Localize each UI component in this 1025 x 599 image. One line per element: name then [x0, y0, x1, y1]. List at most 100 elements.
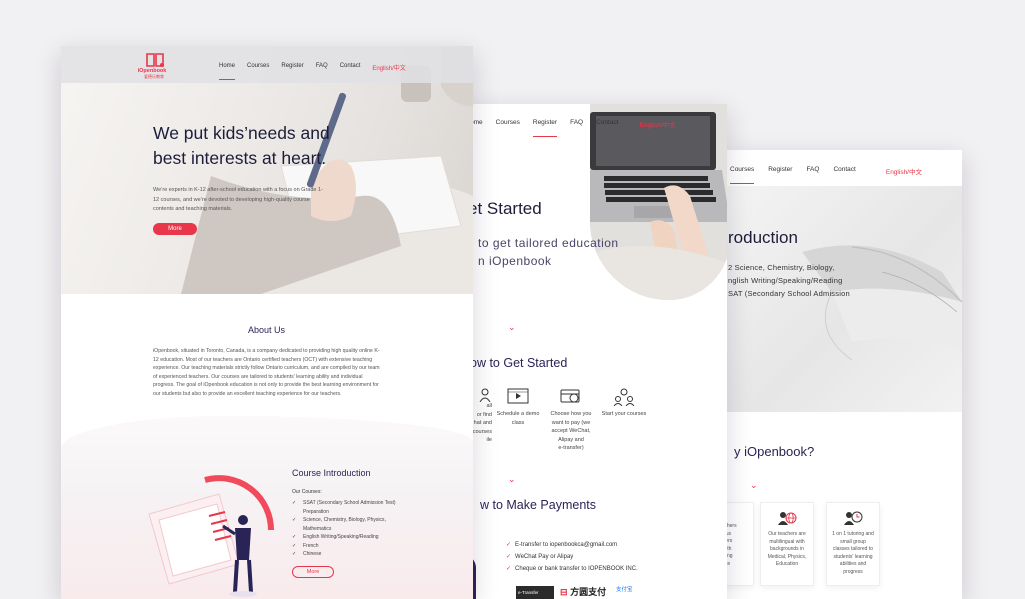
step-line: want to pay (we	[551, 419, 591, 426]
list-item: Science, Chemistry, Biology, Physics, Ma…	[292, 516, 412, 533]
card-line: Our teachers are	[768, 531, 806, 537]
hero-line: SAT (Secondary School Admission	[728, 289, 850, 298]
card-line: 1 on 1 tutoring and	[832, 531, 874, 537]
hero-banner	[722, 186, 962, 412]
chevron-down-icon[interactable]: ⌄	[508, 322, 516, 333]
card-line: Medical, Physics,	[767, 553, 807, 560]
nav-courses[interactable]: Courses	[730, 166, 755, 184]
book-logo-icon	[146, 53, 164, 67]
hero-title-line: best interests at heart.	[153, 148, 327, 168]
section-title-get-started: ow to Get Started	[470, 356, 568, 370]
nav-contact[interactable]: Contact	[833, 166, 855, 176]
step-item: Schedule a demo class	[494, 388, 542, 427]
alipay-logo: 支付宝	[616, 585, 633, 593]
our-courses-label: Our Courses:	[292, 489, 322, 495]
feature-card: Our teachers are multilingual with backg…	[760, 502, 814, 586]
payment-text: Cheque or bank transfer to IOPENBOOK INC…	[515, 566, 638, 572]
hero-title: roduction	[728, 228, 798, 247]
nav-bar: Home Courses Register FAQ Contact Englis…	[219, 63, 406, 80]
course-intro-title: Course Introduction	[292, 468, 371, 478]
alipay-logo-text: 支付宝	[616, 587, 633, 593]
card-line: backgrounds in	[770, 546, 804, 552]
payment-card-icon	[560, 389, 580, 403]
fangyuan-logo-text: 方圆支付	[570, 587, 607, 597]
step-line: e-transfer)	[558, 445, 584, 451]
card-line: multilingual with	[769, 538, 805, 545]
hero-title-line: We put kids’needs and	[153, 123, 330, 143]
interac-logo-text: e-Transfer	[518, 590, 539, 595]
language-toggle[interactable]: English/中文	[640, 119, 676, 129]
logo-chinese: 爱德乐教育	[144, 74, 164, 79]
section-title-payments: w to Make Payments	[480, 498, 597, 512]
students-icon	[613, 388, 635, 406]
open-book-image	[802, 245, 962, 361]
multilingual-teacher-icon	[778, 512, 797, 525]
nav-courses[interactable]: Courses	[496, 119, 520, 129]
step-line: Schedule a demo	[496, 411, 540, 417]
step-line: accept WeChat,	[551, 428, 591, 434]
step-item: Choose how you want to pay (we accept We…	[546, 388, 596, 453]
list-item: English Writing/Speaking/Reading	[292, 533, 412, 542]
fangyuan-logo: ⊟ 方圆支付	[560, 587, 607, 597]
nav-register[interactable]: Register	[532, 119, 558, 137]
hero-description: We’re experts in K-12 after-school educa…	[153, 187, 323, 212]
page-preview-introduction: Courses Register FAQ Contact English/中文 …	[722, 150, 962, 599]
demo-video-icon	[507, 388, 529, 404]
payment-text: WeChat Pay or Alipay	[515, 554, 574, 560]
nav-home[interactable]: Home	[219, 63, 236, 80]
payment-text: E-transfer to iopenbookca@gmail.com	[515, 542, 618, 548]
more-button[interactable]: More	[153, 223, 197, 235]
nav-register[interactable]: Register	[768, 166, 792, 176]
tutoring-clock-icon	[844, 511, 863, 525]
hero-title: et Started	[468, 199, 542, 218]
logo[interactable]: iOpenbook 爱德乐教育	[138, 52, 167, 80]
payment-item: ✓ E-transfer to iopenbookca@gmail.com	[506, 542, 618, 548]
payment-item: ✓ Cheque or bank transfer to IOPENBOOK IN…	[506, 566, 638, 572]
list-item: Chinese	[292, 550, 412, 559]
nav-faq[interactable]: FAQ	[316, 63, 328, 72]
nav-bar: ome Courses Register FAQ Contact English…	[470, 119, 676, 137]
chevron-down-icon[interactable]: ⌄	[508, 474, 516, 485]
card-line: small group	[840, 538, 866, 545]
hero-line: nglish Writing/Speaking/Reading	[728, 276, 843, 285]
about-text: iOpenbook, situated in Toronto, Canada, …	[153, 348, 380, 397]
nav-faq[interactable]: FAQ	[806, 166, 819, 176]
hero-subtitle: n iOpenbook	[478, 254, 552, 268]
step-line: Choose how you	[550, 411, 592, 417]
about-title: About Us	[248, 325, 286, 335]
nav-courses[interactable]: Courses	[247, 63, 269, 72]
page-preview-get-started: ome Courses Register FAQ Contact English…	[462, 104, 727, 599]
payment-item: ✓ WeChat Pay or Alipay	[506, 554, 574, 560]
language-toggle[interactable]: English/中文	[886, 166, 922, 176]
nav-bar: Courses Register FAQ Contact English/中文	[730, 166, 922, 184]
chevron-down-icon[interactable]: ⌄	[750, 480, 758, 491]
course-more-button[interactable]: More	[292, 566, 334, 578]
nav-contact[interactable]: Contact	[340, 63, 361, 72]
language-toggle[interactable]: English/中文	[372, 63, 405, 72]
list-item: French	[292, 542, 412, 551]
hero-line: 2 Science, Chemistry, Biology,	[728, 263, 835, 272]
course-list: SSAT (Secondary School Admission Test) P…	[292, 499, 412, 559]
laptop-image	[590, 104, 727, 300]
nav-contact[interactable]: Contact	[596, 119, 618, 129]
page-preview-home: iOpenbook 爱德乐教育 Home Courses Register FA…	[61, 46, 473, 599]
why-title: y iOpenbook?	[734, 444, 815, 459]
card-line: classes tailored to	[832, 546, 874, 552]
interac-logo: e-Transfer	[516, 586, 554, 599]
hero-subtitle: to get tailored education	[478, 236, 619, 250]
register-icon	[479, 388, 491, 402]
feature-card: 1 on 1 tutoring and small group classes …	[826, 502, 880, 586]
nav-faq[interactable]: FAQ	[570, 119, 583, 129]
list-item: SSAT (Secondary School Admission Test) P…	[292, 499, 412, 516]
laptop-photo	[590, 104, 727, 300]
card-line: abilities and	[839, 561, 867, 567]
card-line: students' learning	[833, 553, 873, 560]
step-line: Alipay and	[558, 436, 584, 443]
step-line: Start your courses	[601, 411, 647, 417]
card-line: progress	[843, 568, 863, 575]
card-line: Education	[775, 561, 799, 567]
step-line: class	[511, 419, 525, 426]
course-illustration	[148, 475, 274, 597]
nav-register[interactable]: Register	[281, 63, 303, 72]
step-item: Start your courses	[598, 388, 650, 419]
